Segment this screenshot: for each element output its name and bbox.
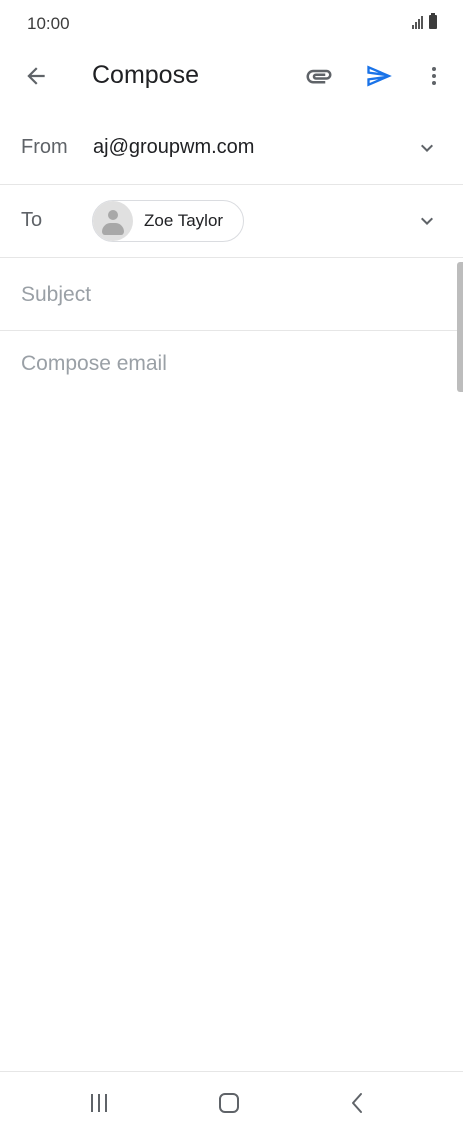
recent-apps-button[interactable] [77, 1088, 121, 1118]
send-button[interactable] [361, 58, 397, 94]
signal-icon [412, 16, 423, 29]
subject-placeholder: Subject [21, 283, 92, 306]
home-button[interactable] [207, 1088, 251, 1118]
system-nav-bar [0, 1071, 463, 1132]
status-icons [412, 13, 437, 29]
chevron-down-icon [421, 144, 433, 152]
compose-body-placeholder: Compose email [21, 352, 167, 375]
battery-icon [429, 13, 437, 29]
attach-button[interactable] [300, 58, 338, 94]
to-row[interactable]: To Zoe Taylor [0, 185, 463, 258]
arrow-left-icon [27, 67, 45, 85]
chevron-down-icon [421, 217, 433, 225]
from-expand-button[interactable] [412, 136, 442, 160]
avatar [93, 201, 133, 241]
to-expand-button[interactable] [412, 209, 442, 233]
subject-field[interactable]: Subject [0, 258, 463, 331]
status-bar: 10:00 [0, 0, 463, 48]
nav-back-icon [352, 1093, 362, 1113]
recipient-name: Zoe Taylor [144, 211, 224, 230]
status-time: 10:00 [27, 14, 70, 33]
back-button[interactable] [18, 58, 54, 94]
paperclip-icon [306, 69, 332, 84]
recent-apps-icon [91, 1094, 107, 1112]
home-icon [219, 1093, 239, 1113]
compose-body-field[interactable] [0, 331, 463, 1071]
nav-back-button[interactable] [336, 1088, 380, 1118]
recipient-chip[interactable]: Zoe Taylor [92, 200, 244, 242]
app-bar: Compose [0, 48, 463, 106]
from-label: From [21, 136, 68, 158]
more-vert-icon [432, 67, 436, 85]
scrollbar-handle[interactable] [457, 262, 463, 392]
send-icon [367, 65, 392, 87]
from-address: aj@groupwm.com [93, 136, 255, 158]
to-label: To [21, 209, 43, 231]
from-row[interactable]: From aj@groupwm.com [0, 112, 463, 185]
more-options-button[interactable] [418, 58, 450, 94]
page-title: Compose [92, 61, 199, 89]
